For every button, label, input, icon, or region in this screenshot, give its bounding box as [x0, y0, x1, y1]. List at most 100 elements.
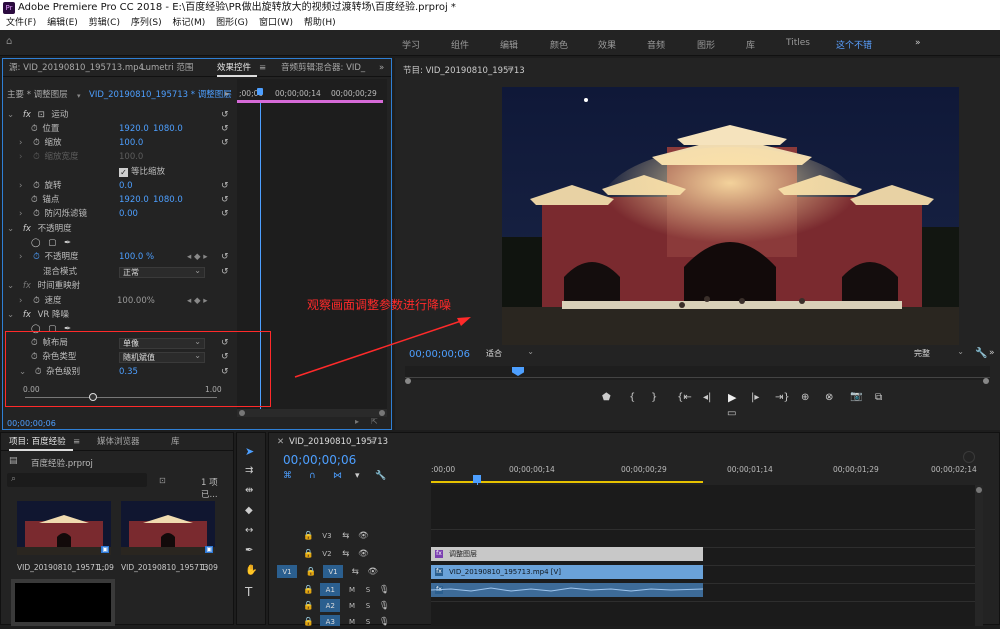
- opacity-effect-row[interactable]: ⌄ fx 不透明度: [7, 222, 72, 236]
- add-marker-icon[interactable]: ⬟: [602, 392, 611, 403]
- menu-marker[interactable]: 标记(M): [172, 18, 205, 28]
- show-timeline-icon[interactable]: ▸: [225, 89, 237, 99]
- rotation-value[interactable]: 0.0: [119, 179, 133, 193]
- eye-icon[interactable]: 👁: [358, 531, 369, 541]
- workspace-color[interactable]: 颜色: [550, 38, 568, 51]
- menu-graphics[interactable]: 图形(G): [216, 18, 248, 28]
- panel-menu-icon[interactable]: ≡: [73, 433, 80, 451]
- stopwatch-icon[interactable]: ⏱: [33, 209, 40, 219]
- panel-menu-icon[interactable]: ≡: [507, 64, 514, 74]
- solo-button[interactable]: S: [366, 586, 370, 594]
- ellipse-mask-icon[interactable]: ◯: [31, 238, 41, 248]
- compare-view-icon[interactable]: ⧉: [875, 392, 882, 403]
- project-search-input[interactable]: ⌕: [7, 473, 147, 487]
- mute-button[interactable]: M: [349, 602, 355, 610]
- lock-icon[interactable]: 🔒: [303, 531, 314, 541]
- zoom-scroll-handle[interactable]: [983, 378, 989, 384]
- reset-icon[interactable]: ↺: [221, 110, 231, 120]
- tab-lumetri-scopes[interactable]: Lumetri 范围: [141, 59, 193, 77]
- keyframe-navigator-icon[interactable]: ◂ ◆ ▸: [187, 294, 207, 308]
- motion-effect-row[interactable]: ⌄ fx ⊡ 运动: [7, 108, 68, 122]
- anchor-x-value[interactable]: 1920.0: [119, 193, 149, 207]
- workspace-learn[interactable]: 学习: [402, 38, 420, 51]
- microphone-icon[interactable]: 🎙: [379, 601, 390, 611]
- panel-menu-icon[interactable]: ≡: [259, 59, 266, 77]
- go-to-in-icon[interactable]: {⇤: [677, 392, 692, 403]
- master-clip-label[interactable]: 主要 * 调整图层: [7, 88, 68, 102]
- tab-audio-clip-mixer[interactable]: 音频剪辑混合器: VID_: [281, 59, 365, 77]
- vr-denoise-effect-row[interactable]: ⌄ fx VR 降噪: [7, 308, 69, 322]
- ripple-edit-tool-icon[interactable]: ⇹: [245, 485, 253, 496]
- playhead-handle[interactable]: [257, 88, 263, 95]
- step-forward-icon[interactable]: |▸: [751, 392, 759, 403]
- go-to-out-icon[interactable]: ⇥}: [775, 392, 790, 403]
- home-icon[interactable]: ⌂: [6, 36, 12, 47]
- export-frame-icon[interactable]: 📷: [850, 391, 862, 402]
- reset-icon[interactable]: ↺: [221, 124, 231, 134]
- workspace-assembly[interactable]: 组件: [451, 38, 469, 51]
- track-select-tool-icon[interactable]: ⇉: [245, 465, 253, 476]
- add-marker-icon[interactable]: ▾: [355, 471, 360, 481]
- tab-media-browser[interactable]: 媒体浏览器: [97, 433, 140, 451]
- anchor-y-value[interactable]: 1080.0: [153, 193, 183, 207]
- snap-icon[interactable]: ∩: [309, 471, 316, 481]
- workspace-effects[interactable]: 效果: [598, 38, 616, 51]
- timeline-timecode[interactable]: 00;00;00;06: [283, 453, 356, 467]
- filter-icon[interactable]: ▸: [355, 417, 359, 426]
- menu-window[interactable]: 窗口(W): [259, 18, 293, 28]
- lock-icon[interactable]: 🔒: [303, 549, 314, 559]
- project-item-name[interactable]: VID_20190810_195713: [121, 563, 208, 572]
- fx-badge[interactable]: fx: [23, 310, 31, 320]
- sequence-clip-label[interactable]: VID_20190810_195713 * 调整图层: [89, 88, 232, 102]
- video-clip[interactable]: fx VID_20190810_195713.mp4 [V]: [431, 565, 703, 579]
- mark-in-icon[interactable]: {: [629, 392, 635, 403]
- fx-badge[interactable]: fx: [23, 110, 31, 120]
- stopwatch-icon[interactable]: ⏱: [33, 138, 40, 148]
- opacity-value[interactable]: 100.0 %: [119, 250, 154, 264]
- reset-icon[interactable]: ↺: [221, 138, 231, 148]
- more-tabs-icon[interactable]: »: [379, 59, 384, 77]
- speed-value[interactable]: 100.00%: [117, 294, 155, 308]
- audio-clip[interactable]: fx: [431, 583, 703, 597]
- timeline-ruler[interactable]: :00;00 00;00;00;14 00;00;00;29 00;00;01;…: [431, 461, 977, 485]
- source-patch-v1[interactable]: V1: [277, 565, 297, 578]
- adjustment-layer-item[interactable]: [11, 579, 115, 626]
- video-frame[interactable]: [502, 87, 959, 345]
- track-label[interactable]: A1: [320, 583, 341, 596]
- eye-icon[interactable]: 👁: [358, 549, 369, 559]
- pen-mask-icon[interactable]: ✒: [64, 238, 71, 248]
- step-back-icon[interactable]: ◂|: [703, 392, 711, 403]
- reset-icon[interactable]: ↺: [221, 252, 231, 262]
- position-y-value[interactable]: 1080.0: [153, 122, 183, 136]
- reset-icon[interactable]: ↺: [221, 181, 231, 191]
- fx-badge[interactable]: fx: [23, 224, 31, 234]
- stopwatch-icon[interactable]: ⏱: [31, 124, 38, 134]
- nest-icon[interactable]: ⌘: [283, 471, 292, 481]
- stopwatch-icon[interactable]: ⏱: [33, 181, 40, 191]
- project-thumbnail[interactable]: ▣: [121, 501, 215, 555]
- playhead-handle[interactable]: [473, 475, 481, 483]
- stopwatch-icon[interactable]: ⏱: [31, 195, 38, 205]
- reset-icon[interactable]: ↺: [221, 267, 231, 277]
- reset-icon[interactable]: ↺: [221, 195, 231, 205]
- zoom-handle[interactable]: [963, 451, 975, 463]
- workspace-audio[interactable]: 音频: [647, 38, 665, 51]
- extract-icon[interactable]: ⊗: [825, 392, 833, 403]
- lock-icon[interactable]: 🔒: [306, 567, 317, 577]
- stopwatch-icon[interactable]: ⏱: [33, 296, 40, 306]
- zoom-fit-select[interactable]: 适合: [483, 347, 537, 361]
- menu-edit[interactable]: 编辑(E): [47, 18, 78, 28]
- mark-out-icon[interactable]: }: [651, 392, 657, 403]
- sync-lock-icon[interactable]: ⇆: [342, 531, 349, 541]
- microphone-icon[interactable]: 🎙: [379, 617, 390, 627]
- program-timecode[interactable]: 00;00;00;06: [409, 349, 470, 360]
- lift-icon[interactable]: ⊕: [801, 392, 809, 403]
- track-label[interactable]: A3: [320, 615, 341, 626]
- blend-mode-select[interactable]: 正常: [119, 266, 205, 278]
- workspace-libraries[interactable]: 库: [746, 38, 755, 51]
- stopwatch-icon[interactable]: ⏱: [33, 252, 40, 262]
- playback-resolution-select[interactable]: 完整: [911, 347, 967, 361]
- effect-timeline-ruler[interactable]: ;00;00 00;00;00;14 00;00;00;29: [237, 79, 387, 103]
- panel-menu-icon[interactable]: ≡: [369, 437, 376, 447]
- time-remap-effect-row[interactable]: ⌄ fx 时间重映射: [7, 279, 80, 293]
